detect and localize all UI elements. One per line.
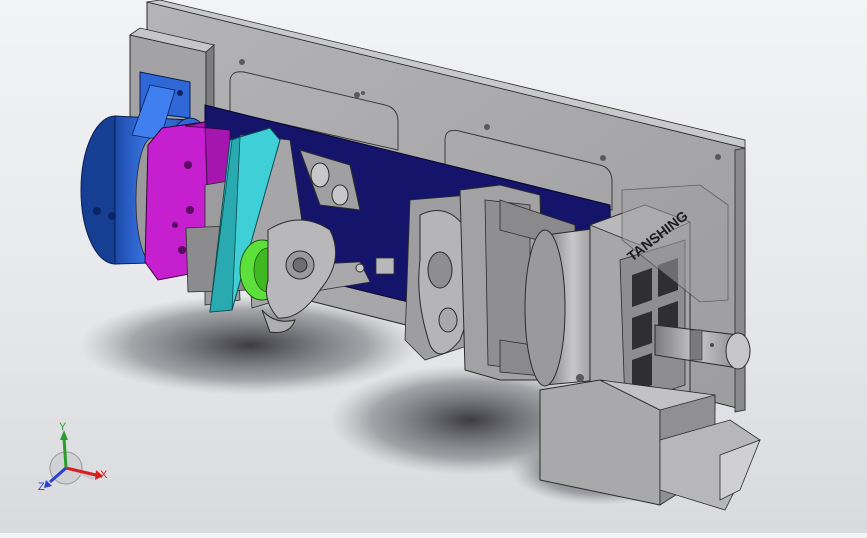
rotary-indexer[interactable] (524, 227, 601, 387)
y-axis-arrow (62, 437, 68, 469)
view-triad-icon[interactable]: X Y Z (38, 421, 108, 493)
x-axis-label: X (100, 469, 108, 481)
y-axis-label: Y (59, 421, 67, 433)
cad-viewport[interactable]: TANSHING X Y Z (0, 0, 867, 533)
z-axis-label: Z (38, 481, 45, 493)
